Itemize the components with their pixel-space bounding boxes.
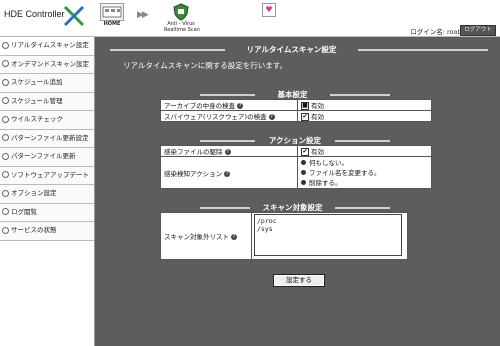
title-divider-right	[358, 49, 488, 51]
bullet-icon	[2, 226, 9, 234]
bullet-icon	[2, 189, 9, 197]
page-title: リアルタイムスキャン設定	[246, 45, 337, 54]
bullet-icon	[2, 78, 9, 86]
sidebar: リアルタイムスキャン設定 オンデマンドスキャン設定 スケジュール追加 スケジュー…	[0, 37, 95, 346]
bullet-icon	[2, 115, 9, 123]
archive-checkbox[interactable]: ■	[301, 102, 309, 110]
delete-label: 感染ファイルの駆除	[164, 148, 223, 156]
home-tool-button[interactable]: HOME	[100, 3, 124, 27]
shield-icon	[172, 3, 190, 21]
basic-divider-left	[200, 94, 255, 96]
radio-icon	[301, 160, 306, 165]
submit-button[interactable]: 設定する	[273, 274, 325, 287]
basic-divider-right	[330, 94, 390, 96]
sidebar-item-options[interactable]: オプション設定	[0, 185, 94, 204]
login-name: ログイン名: root	[410, 28, 460, 36]
detect-option-delete[interactable]: 削除する。	[301, 178, 428, 188]
bullet-icon	[2, 152, 9, 160]
sidebar-item-pattern-update-settings[interactable]: パターンファイル更新設定	[0, 129, 94, 148]
title-divider-left	[110, 49, 225, 51]
radio-icon	[301, 170, 306, 175]
action-divider-right	[335, 140, 390, 142]
top-bar: HDE Controller HOME ▶▶ Anti - Virus Real…	[0, 0, 500, 37]
sidebar-item-realtime-scan[interactable]: リアルタイムスキャン設定	[0, 37, 94, 56]
logo-x-icon	[63, 5, 85, 27]
bullet-icon	[2, 97, 9, 104]
help-icon[interactable]: ?	[224, 170, 231, 177]
basic-settings-table: アーカイブの中身の検査? ■ 有効 スパイウェア(リスクウェア)の検査? ✔ 有効	[160, 99, 432, 122]
bullet-icon	[2, 134, 9, 141]
bullet-icon	[2, 208, 9, 215]
spyware-value: 有効	[311, 113, 324, 121]
logout-button[interactable]: ログアウト	[460, 25, 496, 36]
breadcrumb-arrow-icon: ▶▶	[137, 10, 149, 20]
sidebar-item-ondemand-scan[interactable]: オンデマンドスキャン設定	[0, 55, 94, 74]
detect-option-none[interactable]: 何もしない。	[301, 158, 428, 168]
main-panel	[95, 37, 500, 346]
help-icon[interactable]: ?	[224, 149, 231, 155]
detect-option-rename[interactable]: ファイル名を変更する。	[301, 168, 428, 178]
sidebar-item-schedule-manage[interactable]: スケジュール管理	[0, 92, 94, 111]
sidebar-item-software-update[interactable]: ソフトウェアアップデート	[0, 166, 94, 185]
sidebar-item-log-view[interactable]: ログ閲覧	[0, 203, 94, 222]
sidebar-item-service-status[interactable]: サービスの状態	[0, 222, 94, 241]
delete-value: 有効	[311, 148, 324, 156]
bullet-icon	[2, 171, 9, 178]
sidebar-item-pattern-update[interactable]: パターンファイル更新	[0, 148, 94, 167]
home-icon	[100, 3, 124, 21]
bullet-icon	[2, 60, 9, 67]
action-settings-table: 感染ファイルの駆除? ✔ 有効 感染検知アクション? 何もしない。 ファイル名を変…	[160, 145, 432, 189]
sidebar-item-schedule-add[interactable]: スケジュール追加	[0, 74, 94, 93]
scan-target-divider-left	[200, 207, 250, 209]
scan-target-divider-right	[335, 207, 390, 209]
exclude-list-label: スキャン対象外リスト	[164, 233, 229, 241]
spyware-label: スパイウェア(リスクウェア)の検査	[164, 113, 267, 121]
delete-checkbox[interactable]: ✔	[301, 148, 309, 156]
bullet-icon	[2, 41, 9, 49]
page-description: リアルタイムスキャンに関する設定を行います。	[123, 61, 288, 70]
antivirus-tool-label: Anti - Virus Realtime Scan	[164, 21, 200, 33]
sidebar-item-virus-check[interactable]: ウイルスチェック	[0, 111, 94, 130]
archive-label: アーカイブの中身の検査	[164, 102, 236, 110]
help-icon[interactable]: ?	[231, 234, 237, 240]
home-tool-label: HOME	[103, 21, 121, 27]
radio-icon	[301, 180, 306, 185]
detect-action-label: 感染検知アクション	[164, 169, 223, 178]
favorite-heart-icon[interactable]: ♥	[262, 3, 276, 17]
action-divider-left	[200, 140, 255, 142]
help-icon[interactable]: ?	[268, 114, 275, 120]
archive-value: 有効	[311, 102, 324, 110]
spyware-checkbox[interactable]: ✔	[301, 113, 309, 121]
exclude-list-textarea[interactable]: /proc /sys	[254, 214, 402, 256]
antivirus-tool-button[interactable]: Anti - Virus Realtime Scan	[164, 3, 200, 33]
app-logo: HDE Controller	[4, 9, 65, 19]
help-icon[interactable]: ?	[237, 103, 244, 109]
